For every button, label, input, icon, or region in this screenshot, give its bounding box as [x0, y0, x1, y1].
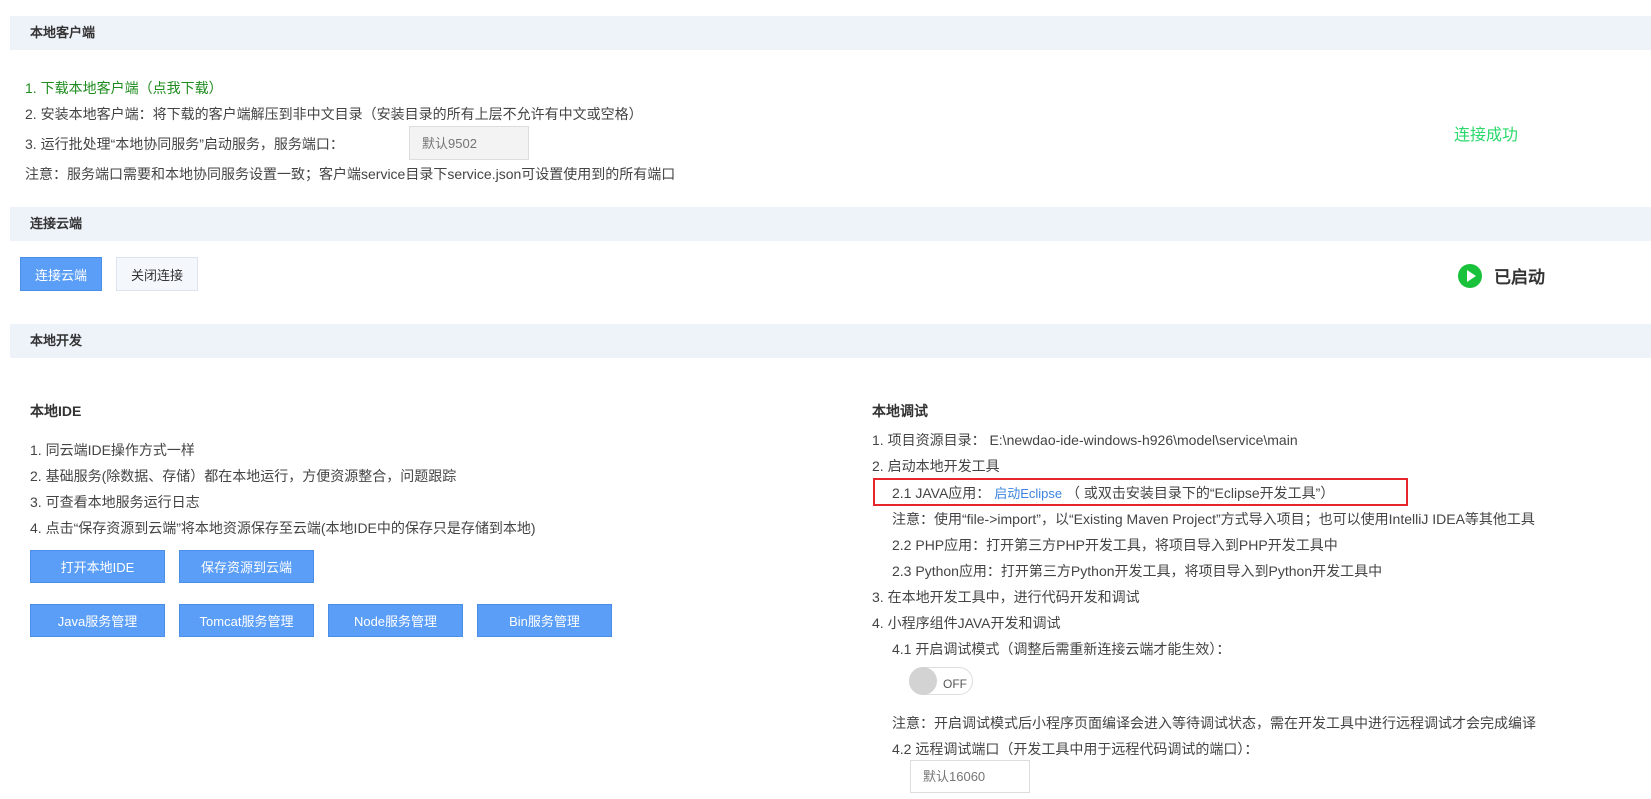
project-dir-text: 1. 项目资源目录： E:\newdao-ide-windows-h926\mo… — [872, 432, 1298, 448]
cloud-status-label: 已启动 — [1494, 268, 1545, 287]
start-tools-text: 2. 启动本地开发工具 — [872, 458, 1000, 474]
java-service-button[interactable]: Java服务管理 — [30, 604, 165, 637]
service-port-input[interactable] — [409, 126, 529, 160]
debug-mode-toggle[interactable]: OFF — [909, 667, 973, 695]
ide-item: 4. 点击“保存资源到云端”将本地资源保存至云端(本地IDE中的保存只是存储到本… — [30, 520, 536, 536]
tomcat-service-button[interactable]: Tomcat服务管理 — [179, 604, 314, 637]
remote-debug-port-text: 4.2 远程调试端口（开发工具中用于远程代码调试的端口）： — [892, 741, 1259, 757]
java-app-row: 2.1 JAVA应用： 启动Eclipse （ 或双击安装目录下的“Eclips… — [892, 483, 1334, 503]
run-service-text: 3. 运行批处理“本地协同服务”启动服务，服务端口： — [25, 136, 344, 152]
remote-debug-port-input[interactable] — [910, 760, 1030, 793]
section-header-local-client: 本地客户端 — [10, 16, 1651, 50]
open-local-ide-button[interactable]: 打开本地IDE — [30, 550, 165, 583]
service-port-note: 注意：服务端口需要和本地协同服务设置一致；客户端service目录下servic… — [25, 166, 676, 182]
ide-item: 3. 可查看本地服务运行日志 — [30, 494, 200, 510]
cloud-status: 已启动 — [1458, 263, 1545, 288]
toggle-knob — [909, 667, 937, 695]
play-icon — [1458, 263, 1482, 288]
python-app-text: 2.3 Python应用：打开第三方Python开发工具，将项目导入到Pytho… — [892, 563, 1383, 579]
debug-mode-note: 注意：开启调试模式后小程序页面编译会进入等待调试状态，需在开发工具中进行远程调试… — [892, 715, 1536, 731]
section-title: 连接云端 — [30, 216, 83, 231]
java-app-label: 2.1 JAVA应用： — [892, 485, 991, 501]
section-title: 本地开发 — [30, 333, 83, 348]
php-app-text: 2.2 PHP应用：打开第三方PHP开发工具，将项目导入到PHP开发工具中 — [892, 537, 1338, 553]
local-ide-title: 本地IDE — [30, 403, 82, 419]
download-client-link[interactable]: 1. 下载本地客户端（点我下载） — [25, 78, 223, 98]
debug-mode-text: 4.1 开启调试模式（调整后需重新连接云端才能生效）： — [892, 641, 1231, 657]
save-to-cloud-button[interactable]: 保存资源到云端 — [179, 550, 314, 583]
install-client-text: 2. 安装本地客户端：将下载的客户端解压到非中文目录（安装目录的所有上层不允许有… — [25, 106, 643, 122]
bin-service-button[interactable]: Bin服务管理 — [477, 604, 612, 637]
local-debug-title: 本地调试 — [872, 403, 928, 419]
node-service-button[interactable]: Node服务管理 — [328, 604, 463, 637]
section-header-local-dev: 本地开发 — [10, 324, 1651, 358]
miniprogram-debug-text: 4. 小程序组件JAVA开发和调试 — [872, 615, 1061, 631]
import-note: 注意：使用“file->import”，以“Existing Maven Pro… — [892, 511, 1535, 527]
java-app-hint: （ 或双击安装目录下的“Eclipse开发工具”） — [1066, 485, 1335, 501]
connect-cloud-button[interactable]: 连接云端 — [20, 257, 102, 291]
toggle-label: OFF — [943, 677, 967, 691]
code-debug-text: 3. 在本地开发工具中，进行代码开发和调试 — [872, 589, 1140, 605]
connection-status: 连接成功 — [1454, 127, 1519, 144]
launch-eclipse-link[interactable]: 启动Eclipse — [994, 486, 1062, 501]
ide-item: 2. 基础服务(除数据、存储）都在本地运行，方便资源整合，问题跟踪 — [30, 468, 457, 484]
ide-item: 1. 同云端IDE操作方式一样 — [30, 442, 195, 458]
section-header-connect-cloud: 连接云端 — [10, 207, 1651, 241]
section-title: 本地客户端 — [30, 25, 96, 40]
disconnect-button[interactable]: 关闭连接 — [116, 257, 198, 291]
